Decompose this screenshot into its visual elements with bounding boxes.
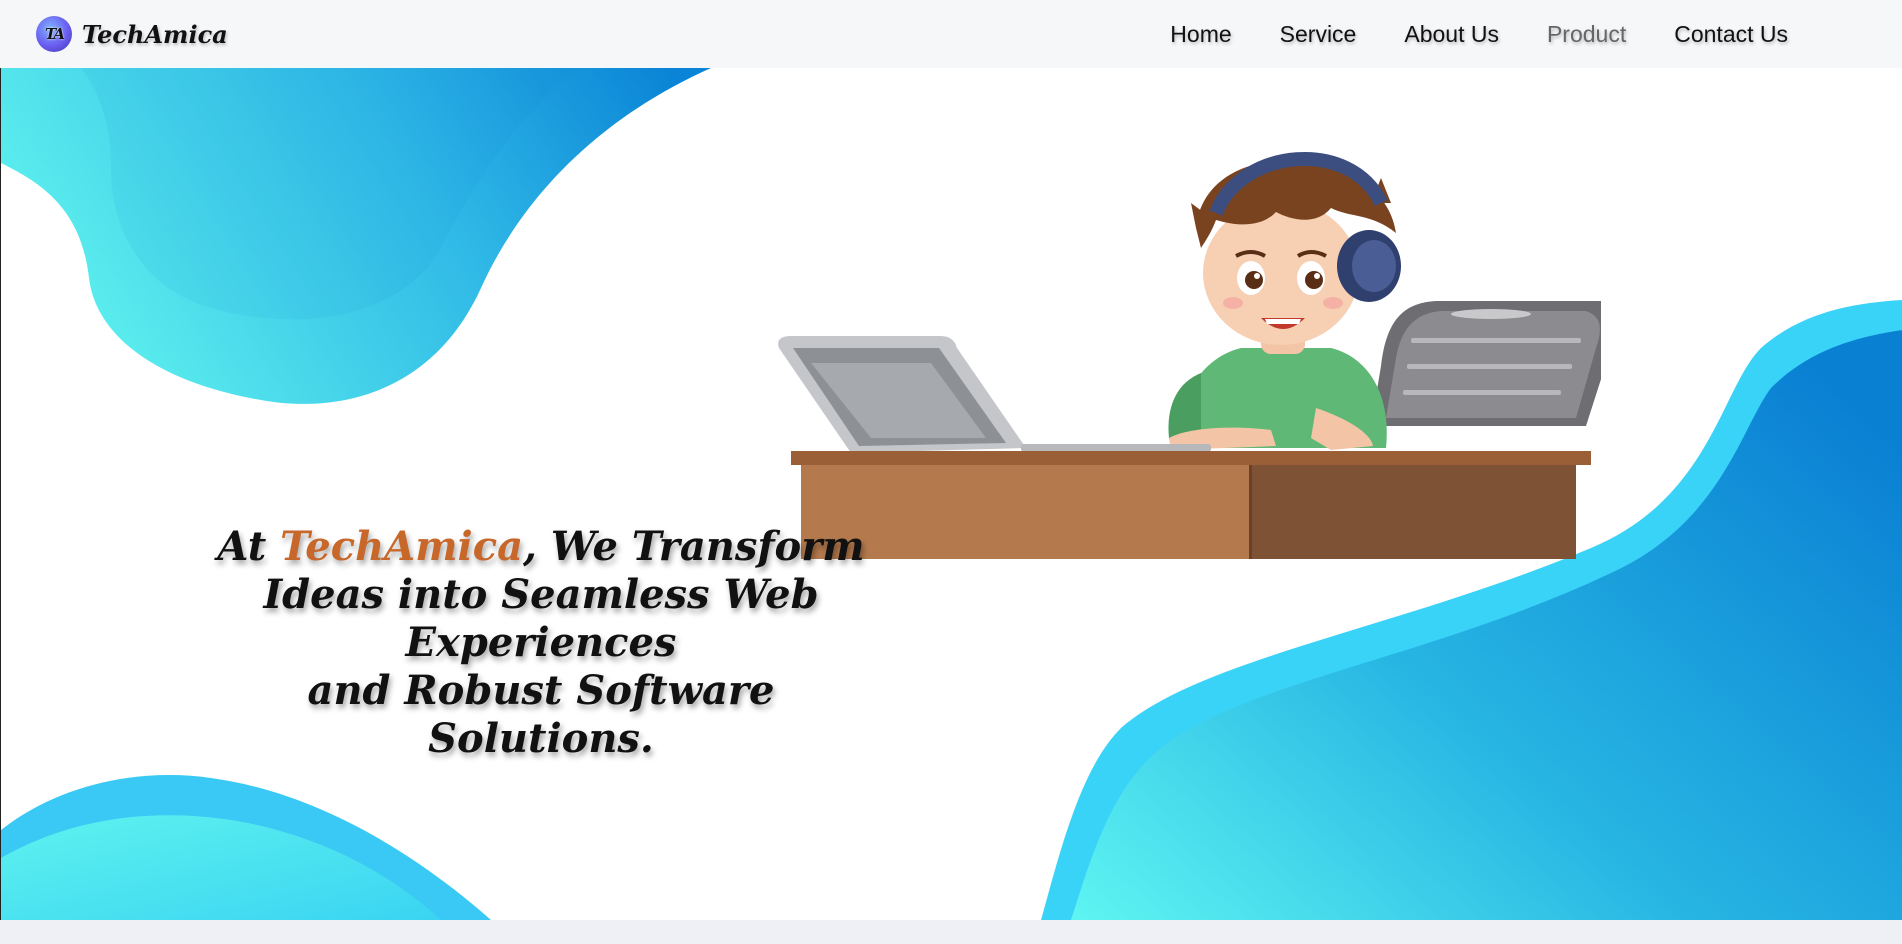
headline-line3: Experiences [405,619,677,666]
brand-name[interactable]: TechAmica [82,20,228,49]
hero-headline: At TechAmica, We Transform Ideas into Se… [201,523,881,763]
brand[interactable]: TA TechAmica [36,16,228,52]
headline-brand: TechAmica [280,523,523,570]
boy-at-laptop-illustration [778,152,1601,559]
nav-about-us[interactable]: About Us [1380,21,1523,48]
headline-line4: and Robust Software Solutions. [307,667,775,762]
footer-strip [0,920,1902,944]
nav-links: Home Service About Us Product Contact Us [1146,21,1812,48]
page: TA TechAmica Home Service About Us Produ… [0,0,1902,944]
brand-logo-icon[interactable]: TA [36,16,72,52]
nav-home[interactable]: Home [1146,21,1255,48]
nav-product[interactable]: Product [1523,21,1650,48]
nav-contact-us[interactable]: Contact Us [1650,21,1812,48]
boy-body [1168,152,1401,450]
navbar: TA TechAmica Home Service About Us Produ… [0,0,1902,68]
headline-line2: Ideas into Seamless Web [263,571,819,618]
laptop-icon [778,336,1211,453]
chair-icon [1371,301,1601,426]
headline-prefix: At [217,523,281,570]
hero-section: At TechAmica, We Transform Ideas into Se… [0,68,1902,920]
desk-icon [791,451,1591,559]
nav-service[interactable]: Service [1256,21,1381,48]
headline-line1-rest: , We Transform [523,523,865,570]
